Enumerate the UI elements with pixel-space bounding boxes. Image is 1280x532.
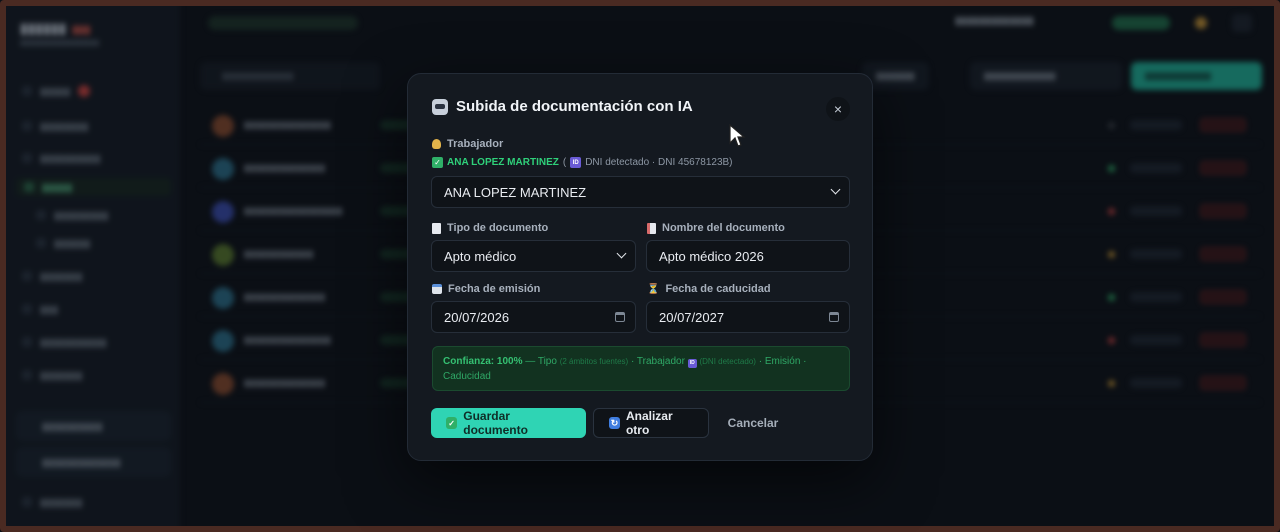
confidence-sep: — Tipo <box>522 356 560 367</box>
worker-detection-note: ✓ ANA LOPEZ MARTINEZ ( ID DNI detectado … <box>432 157 733 168</box>
sidebar-subitem[interactable]: ▮▮▮▮▮▮▮▮▮ <box>36 206 108 224</box>
sidebar: ▮▮▮▮▮▮ ▮▮▮ ▮▮▮▮▮▮▮▮▮▮▮▮▮▮▮▮▮▮ ▮▮▮▮▮ ▮▮▮▮▮… <box>0 0 180 532</box>
cancel-button[interactable]: Cancelar <box>713 408 793 438</box>
worker-select-value: ANA LOPEZ MARTINEZ <box>444 184 587 200</box>
analyze-button-label: Analizar otro <box>625 409 673 437</box>
doc-type-label: Tipo de documento <box>432 222 548 234</box>
issue-date-label: Fecha de emisión <box>432 283 540 295</box>
detected-open-paren: ( <box>562 157 567 168</box>
doc-name-label: Nombre del documento <box>647 222 785 234</box>
sidebar-item[interactable]: ▮▮▮▮▮▮▮ <box>22 267 82 285</box>
confidence-box: Confianza: 100% — Tipo (2 ámbitos fuente… <box>432 346 850 391</box>
document-name-icon <box>647 222 656 234</box>
cancel-button-label: Cancelar <box>727 416 779 430</box>
menu-icon[interactable] <box>1232 14 1252 32</box>
worker-label: Trabajador <box>432 138 503 150</box>
app-logo: ▮▮▮▮▮▮ ▮▮▮ <box>20 20 91 36</box>
worker-icon <box>432 139 441 149</box>
close-icon: × <box>833 101 843 117</box>
sidebar-subitem[interactable]: ▮▮▮▮▮▮ <box>36 234 90 252</box>
modal-title: Subida de documentación con IA <box>432 98 693 115</box>
hourglass-icon: ⏳ <box>647 283 660 295</box>
sidebar-item-active[interactable]: ▮▮▮▮▮ <box>16 178 171 196</box>
issue-date-label-text: Fecha de emisión <box>448 283 541 295</box>
mouse-cursor-icon <box>729 123 746 147</box>
breadcrumb <box>208 16 358 30</box>
check-icon: ✓ <box>446 417 458 429</box>
doc-name-input[interactable]: Apto médico 2026 <box>646 240 850 272</box>
analyze-another-button[interactable]: ↻ Analizar otro <box>593 408 709 438</box>
calendar-picker-icon[interactable] <box>615 312 625 322</box>
sidebar-item[interactable]: ▮▮▮▮▮▮▮▮▮▮ <box>22 149 101 167</box>
sidebar-action[interactable]: ▮▮▮▮▮▮▮▮▮▮ <box>16 411 171 441</box>
chevron-down-icon <box>616 248 627 259</box>
upload-modal: Subida de documentación con IA × Trabaja… <box>407 73 873 461</box>
doc-name-value: Apto médico 2026 <box>659 248 764 264</box>
expiry-date-label-text: Fecha de caducidad <box>665 283 771 295</box>
theme-toggle-icon[interactable] <box>1195 17 1207 29</box>
app-subtitle: ▮▮▮▮▮▮▮▮▮▮▮▮▮▮▮▮▮▮ <box>20 38 100 47</box>
sidebar-item[interactable]: ▮▮▮▮▮ <box>22 82 91 100</box>
doc-type-select[interactable]: Apto médico <box>431 240 636 272</box>
worker-label-text: Trabajador <box>447 138 504 150</box>
save-document-button[interactable]: ✓ Guardar documento <box>431 408 586 438</box>
id-card-icon: ID <box>687 359 697 368</box>
search-input[interactable]: ▮▮▮▮▮▮▮▮▮▮▮▮▮ <box>200 62 380 90</box>
toolbar-button[interactable]: ▮▮▮▮▮▮▮▮▮▮▮▮▮ <box>970 62 1122 90</box>
doc-name-label-text: Nombre del documento <box>662 222 785 234</box>
confidence-score: Confianza: 100% <box>443 356 523 367</box>
check-icon: ✓ <box>432 157 443 168</box>
worker-select[interactable]: ANA LOPEZ MARTINEZ <box>431 176 850 208</box>
detected-worker-name: ANA LOPEZ MARTINEZ <box>447 157 559 168</box>
calendar-picker-icon[interactable] <box>829 312 839 322</box>
chevron-down-icon <box>830 184 841 195</box>
expiry-date-input[interactable]: 20/07/2027 <box>646 301 850 333</box>
id-card-icon: ID <box>570 157 582 168</box>
sidebar-item[interactable]: ▮▮▮▮▮▮▮ <box>22 493 82 511</box>
sidebar-action[interactable]: ▮▮▮▮▮▮▮▮▮▮▮▮▮ <box>16 447 171 477</box>
refresh-icon: ↻ <box>609 417 620 429</box>
document-icon <box>432 222 441 234</box>
modal-title-text: Subida de documentación con IA <box>456 98 693 115</box>
sidebar-item[interactable]: ▮▮▮▮▮▮▮ <box>22 366 82 384</box>
issue-date-value: 20/07/2026 <box>444 309 510 325</box>
expiry-date-label: ⏳ Fecha de caducidad <box>647 283 771 295</box>
status-badge <box>1112 16 1170 30</box>
detected-dni-text: DNI detectado · DNI 45678123B) <box>585 157 733 168</box>
toolbar-primary-button[interactable]: ▮▮▮▮▮▮▮▮▮▮▮▮ <box>1131 62 1262 90</box>
expiry-date-value: 20/07/2027 <box>659 309 725 325</box>
ai-robot-icon <box>432 98 448 115</box>
confidence-type-note: (2 ámbitos fuentes) <box>559 357 629 366</box>
issue-date-input[interactable]: 20/07/2026 <box>431 301 636 333</box>
sidebar-item[interactable]: ▮▮▮▮▮▮▮▮▮▮▮ <box>22 333 107 351</box>
doc-type-label-text: Tipo de documento <box>447 222 549 234</box>
confidence-worker-note: (DNI detectado) <box>699 357 756 366</box>
sidebar-item[interactable]: ▮▮▮ <box>22 300 58 318</box>
save-button-label: Guardar documento <box>463 409 528 437</box>
doc-type-value: Apto médico <box>444 248 517 264</box>
confidence-mid: · Trabajador <box>628 356 688 367</box>
user-menu[interactable]: ▮▮▮▮▮▮▮▮▮▮▮▮▮ <box>955 14 1034 27</box>
calendar-icon <box>432 284 442 294</box>
close-button[interactable]: × <box>826 97 850 121</box>
sidebar-item[interactable]: ▮▮▮▮▮▮▮▮ <box>22 117 88 135</box>
